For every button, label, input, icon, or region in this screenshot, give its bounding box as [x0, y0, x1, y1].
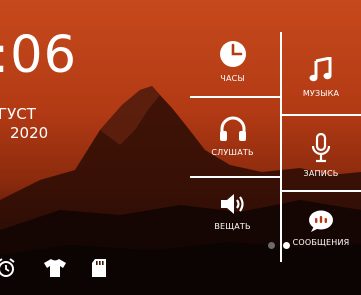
microphone-icon	[311, 133, 331, 163]
grid-divider-vertical	[280, 32, 282, 262]
chat-bubble-icon	[309, 210, 333, 232]
listen-tile-label: СЛУШАТЬ	[211, 148, 254, 157]
messages-tile-label: СООБЩЕНИЯ	[292, 238, 350, 247]
grid-divider-right-2	[282, 190, 361, 192]
date-month: ГУСТ	[0, 105, 36, 123]
music-tile[interactable]: МУЗЫКА	[285, 57, 357, 98]
headphones-icon	[219, 116, 246, 141]
pager-dot-2-active[interactable]	[283, 242, 290, 249]
grid-divider-right-1	[282, 114, 361, 116]
clock-icon	[219, 41, 246, 67]
date-year: 2020	[10, 124, 49, 142]
listen-tile[interactable]: СЛУШАТЬ	[195, 116, 270, 157]
music-tile-label: МУЗЫКА	[302, 89, 340, 98]
record-tile-label: ЗАПИСЬ	[303, 169, 339, 178]
clock-tile-label: ЧАСЫ	[220, 74, 245, 83]
pager-dot-1[interactable]	[268, 242, 275, 249]
home-screen: :06 ГУСТ 2020 ЧАСЫ МУЗЫКА СЛУШАТЬ ЗАПИСЬ…	[0, 0, 361, 295]
broadcast-tile-label: ВЕЩАТЬ	[214, 222, 251, 231]
grid-divider-left-2	[190, 176, 280, 178]
music-note-icon	[309, 57, 332, 82]
messages-tile[interactable]: СООБЩЕНИЯ	[285, 210, 357, 247]
record-tile[interactable]: ЗАПИСЬ	[285, 133, 357, 178]
broadcast-tile[interactable]: ВЕЩАТЬ	[195, 192, 270, 231]
speaker-icon	[220, 194, 244, 214]
clock-time: :06	[0, 26, 78, 85]
clock-tile[interactable]: ЧАСЫ	[195, 40, 270, 83]
sd-card-icon[interactable]	[91, 258, 107, 278]
shirt-icon[interactable]	[43, 258, 67, 278]
grid-divider-left-1	[190, 96, 280, 98]
alarm-icon[interactable]	[0, 258, 16, 278]
